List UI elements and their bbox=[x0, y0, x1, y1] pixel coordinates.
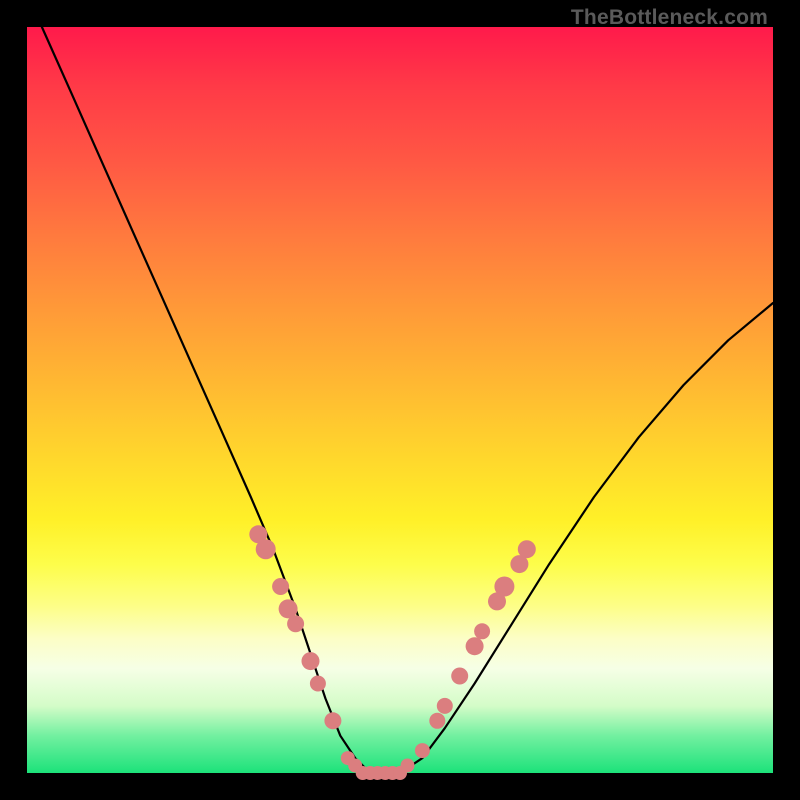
chart-gradient-bg bbox=[27, 27, 773, 773]
watermark-text: TheBottleneck.com bbox=[571, 6, 768, 30]
chart-frame: TheBottleneck.com bbox=[0, 0, 800, 800]
